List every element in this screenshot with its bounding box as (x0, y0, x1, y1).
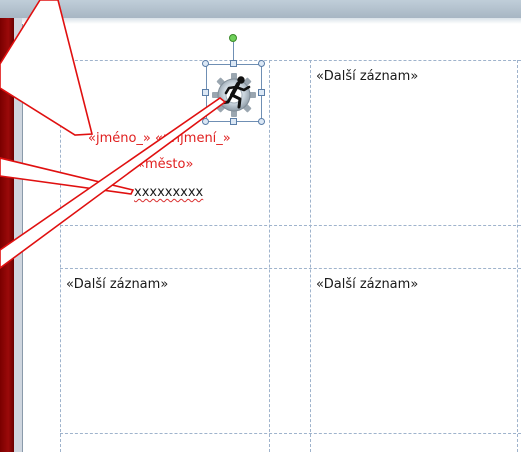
callout-arrows (0, 0, 227, 269)
callout-pointer-name (0, 0, 94, 136)
callout-pointer-image (0, 97, 227, 269)
